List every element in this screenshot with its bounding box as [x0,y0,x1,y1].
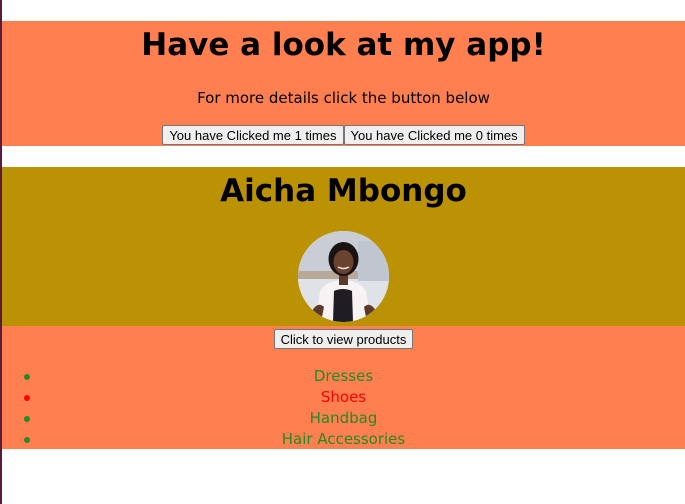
bullet-icon [24,437,30,443]
app-section: Have a look at my app! For more details … [2,21,685,146]
product-label: Shoes [320,388,367,406]
profile-avatar [298,231,389,322]
products-list: Dresses Shoes Handbag Hair Accessories [2,366,685,450]
profile-section: Aicha Mbongo [2,167,685,326]
product-label: Handbag [309,409,378,427]
bullet-icon [24,395,30,401]
app-subtitle: For more details click the button below [197,89,490,107]
product-item: Dresses [2,366,685,387]
product-label: Hair Accessories [281,430,406,448]
product-item: Hair Accessories [2,429,685,450]
bullet-icon [24,416,30,422]
view-products-button[interactable]: Click to view products [273,329,414,349]
product-label: Dresses [313,367,374,385]
products-section: Click to view products Dresses Shoes Han… [2,326,685,449]
profile-name: Aicha Mbongo [220,173,467,209]
bullet-icon [24,374,30,380]
product-item: Handbag [2,408,685,429]
click-counter-button-2[interactable]: You have Clicked me 0 times [343,125,525,145]
app-title: Have a look at my app! [141,27,546,63]
click-counter-buttons: You have Clicked me 1 times You have Clic… [2,125,685,145]
product-item: Shoes [2,387,685,408]
click-counter-button-1[interactable]: You have Clicked me 1 times [162,125,344,145]
profile-photo [298,231,389,322]
